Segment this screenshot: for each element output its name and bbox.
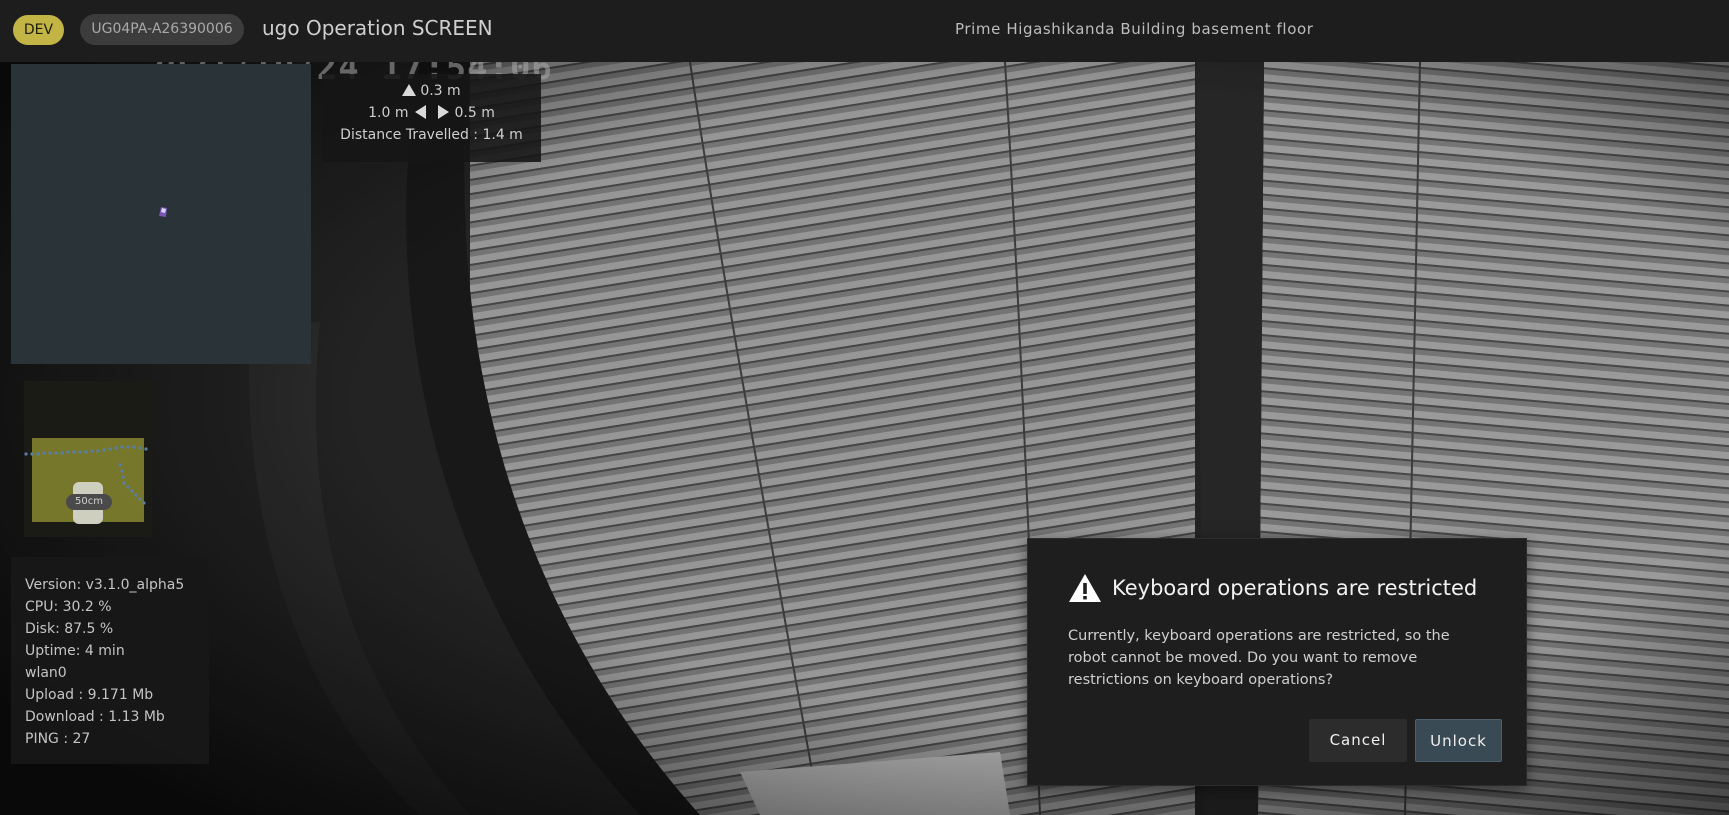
cancel-button[interactable]: Cancel	[1309, 719, 1407, 762]
odometry-panel: 0.3 m 1.0 m 0.5 m Distance Travelled : 1.…	[322, 74, 541, 162]
left-distance: 1.0 m	[368, 105, 409, 121]
uptime-stat: Uptime: 4 min	[25, 643, 125, 659]
keyboard-restriction-dialog: Keyboard operations are restricted Curre…	[1027, 538, 1527, 786]
disk-stat: Disk: 87.5 %	[25, 621, 114, 637]
arrow-right-icon	[437, 105, 449, 119]
scale-label: 50cm	[66, 494, 112, 510]
lateral-row: 1.0 m 0.5 m	[322, 102, 541, 124]
cpu-stat: CPU: 30.2 %	[25, 599, 112, 615]
location-label: Prime Higashikanda Building basement flo…	[955, 20, 1314, 38]
dialog-message: Currently, keyboard operations are restr…	[1068, 628, 1450, 688]
ping-stat: PING : 27	[25, 731, 91, 747]
arrow-up-icon	[402, 84, 417, 96]
right-distance: 0.5 m	[454, 105, 495, 121]
forward-distance: 0.3 m	[420, 83, 461, 99]
download-stat: Download : 1.13 Mb	[25, 709, 165, 725]
top-bar: DEV UG04PA-A26390006 ugo Operation SCREE…	[0, 0, 1729, 62]
warning-icon	[1069, 574, 1101, 602]
forward-row: 0.3 m	[322, 80, 541, 102]
system-stats: Version: v3.1.0_alpha5 CPU: 30.2 % Disk:…	[11, 557, 209, 764]
unlock-button[interactable]: Unlock	[1415, 719, 1502, 762]
version-stat: Version: v3.1.0_alpha5	[25, 577, 185, 593]
page-title: ugo Operation SCREEN	[262, 16, 493, 40]
robot-position-icon	[159, 207, 167, 217]
dialog-title: Keyboard operations are restricted	[1112, 576, 1478, 600]
arrow-left-icon	[414, 105, 426, 119]
upload-stat: Upload : 9.171 Mb	[25, 687, 154, 703]
robot-id-badge: UG04PA-A26390006	[80, 14, 244, 45]
network-interface: wlan0	[25, 665, 67, 681]
lidar-scan-icon	[24, 438, 148, 524]
minimap[interactable]	[11, 64, 311, 364]
distance-travelled: Distance Travelled : 1.4 m	[340, 127, 523, 143]
environment-badge: DEV	[13, 15, 64, 45]
lidar-view: 50cm	[24, 381, 152, 537]
